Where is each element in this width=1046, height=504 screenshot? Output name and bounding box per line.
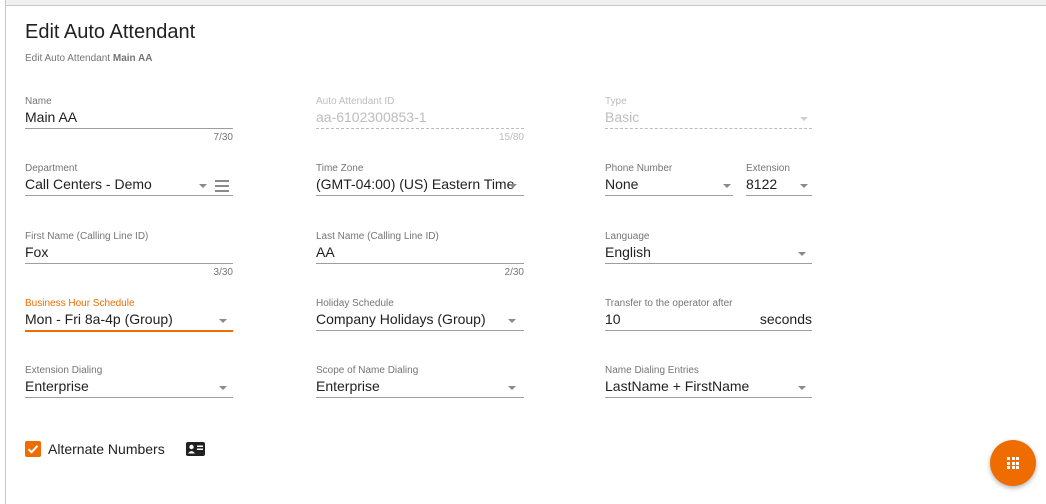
phone-number-select[interactable]: Phone Number None bbox=[605, 163, 733, 203]
last-name-counter: 2/30 bbox=[504, 267, 524, 278]
scope-name-dialing-label: Scope of Name Dialing bbox=[316, 365, 419, 376]
apps-grid-icon bbox=[1007, 457, 1019, 469]
department-value[interactable]: Call Centers - Demo bbox=[25, 176, 152, 192]
business-hour-select[interactable]: Business Hour Schedule Mon - Fri 8a-4p (… bbox=[25, 298, 233, 338]
scope-name-dialing-value[interactable]: Enterprise bbox=[316, 378, 380, 394]
contact-card-icon[interactable] bbox=[186, 442, 205, 456]
transfer-operator-input[interactable]: 10 bbox=[605, 311, 621, 327]
holiday-label: Holiday Schedule bbox=[316, 298, 394, 309]
extension-label: Extension bbox=[746, 163, 790, 174]
time-zone-label: Time Zone bbox=[316, 163, 364, 174]
scope-name-dialing-underline bbox=[316, 397, 524, 398]
chevron-down-icon[interactable] bbox=[509, 184, 517, 188]
language-select[interactable]: Language English bbox=[605, 231, 812, 271]
name-field[interactable]: Name Main AA 7/30 bbox=[25, 96, 233, 146]
alternate-numbers-checkbox[interactable] bbox=[25, 441, 41, 457]
chevron-down-icon[interactable] bbox=[508, 319, 516, 323]
first-name-label: First Name (Calling Line ID) bbox=[25, 231, 149, 242]
time-zone-value[interactable]: (GMT-04:00) (US) Eastern Time bbox=[316, 176, 514, 192]
aa-id-input: aa-6102300853-1 bbox=[316, 109, 427, 125]
first-name-field[interactable]: First Name (Calling Line ID) Fox 3/30 bbox=[25, 231, 233, 281]
extension-value[interactable]: 8122 bbox=[746, 176, 777, 192]
extension-dialing-value[interactable]: Enterprise bbox=[25, 378, 89, 394]
page-title: Edit Auto Attendant bbox=[25, 21, 196, 43]
chevron-down-icon[interactable] bbox=[800, 184, 808, 188]
window-frame-top bbox=[6, 0, 1046, 6]
chevron-down-icon[interactable] bbox=[508, 386, 516, 390]
type-label: Type bbox=[605, 96, 627, 107]
first-name-input[interactable]: Fox bbox=[25, 244, 48, 260]
window-frame-left bbox=[0, 0, 6, 504]
holiday-underline bbox=[316, 330, 524, 331]
last-name-input[interactable]: AA bbox=[316, 244, 335, 260]
transfer-operator-label: Transfer to the operator after bbox=[605, 298, 733, 309]
department-label: Department bbox=[25, 163, 78, 174]
check-icon bbox=[27, 445, 39, 454]
aa-id-label: Auto Attendant ID bbox=[316, 96, 395, 107]
first-name-underline bbox=[25, 263, 233, 264]
chevron-down-icon[interactable] bbox=[723, 184, 731, 188]
language-underline bbox=[605, 263, 812, 264]
business-hour-value[interactable]: Mon - Fri 8a-4p (Group) bbox=[25, 311, 173, 327]
scope-name-dialing-select[interactable]: Scope of Name Dialing Enterprise bbox=[316, 365, 524, 405]
breadcrumb: Edit Auto Attendant Main AA bbox=[25, 53, 153, 64]
menu-icon[interactable] bbox=[215, 180, 229, 192]
chevron-down-icon[interactable] bbox=[798, 252, 806, 256]
alternate-numbers-label[interactable]: Alternate Numbers bbox=[48, 441, 165, 457]
phone-number-underline bbox=[605, 195, 733, 196]
transfer-seconds-suffix: seconds bbox=[759, 311, 812, 327]
transfer-operator-field[interactable]: Transfer to the operator after 10 second… bbox=[605, 298, 812, 338]
last-name-field[interactable]: Last Name (Calling Line ID) AA 2/30 bbox=[316, 231, 524, 281]
type-select: Type Basic bbox=[605, 96, 812, 136]
extension-dialing-label: Extension Dialing bbox=[25, 365, 103, 376]
subtitle-prefix: Edit Auto Attendant bbox=[25, 53, 111, 64]
type-value: Basic bbox=[605, 109, 640, 125]
department-underline bbox=[25, 195, 233, 196]
chevron-down-icon[interactable] bbox=[798, 386, 806, 390]
subtitle-name: Main AA bbox=[112, 53, 153, 64]
business-hour-label: Business Hour Schedule bbox=[25, 298, 135, 309]
chevron-down-icon[interactable] bbox=[219, 319, 227, 323]
name-dialing-entries-value[interactable]: LastName + FirstName bbox=[605, 378, 749, 394]
extension-dialing-underline bbox=[25, 397, 233, 398]
time-zone-select[interactable]: Time Zone (GMT-04:00) (US) Eastern Time bbox=[316, 163, 524, 203]
chevron-down-icon bbox=[800, 117, 808, 121]
transfer-operator-underline bbox=[605, 330, 812, 331]
aa-id-field: Auto Attendant ID aa-6102300853-1 15/80 bbox=[316, 96, 524, 146]
extension-underline bbox=[746, 195, 812, 196]
name-input[interactable]: Main AA bbox=[25, 109, 77, 125]
aa-id-underline bbox=[316, 128, 524, 129]
name-counter: 7/30 bbox=[213, 132, 233, 143]
department-select[interactable]: Department Call Centers - Demo bbox=[25, 163, 233, 203]
chevron-down-icon[interactable] bbox=[199, 184, 207, 188]
holiday-value[interactable]: Company Holidays (Group) bbox=[316, 311, 486, 327]
name-underline bbox=[25, 128, 233, 129]
phone-number-label: Phone Number bbox=[605, 163, 673, 174]
phone-number-value[interactable]: None bbox=[605, 176, 638, 192]
last-name-label: Last Name (Calling Line ID) bbox=[316, 231, 439, 242]
time-zone-underline bbox=[316, 195, 524, 196]
language-label: Language bbox=[605, 231, 650, 242]
name-dialing-entries-select[interactable]: Name Dialing Entries LastName + FirstNam… bbox=[605, 365, 812, 405]
holiday-select[interactable]: Holiday Schedule Company Holidays (Group… bbox=[316, 298, 524, 338]
apps-fab-button[interactable] bbox=[990, 440, 1036, 486]
extension-dialing-select[interactable]: Extension Dialing Enterprise bbox=[25, 365, 233, 405]
name-dialing-entries-label: Name Dialing Entries bbox=[605, 365, 699, 376]
business-hour-underline bbox=[25, 330, 233, 332]
first-name-counter: 3/30 bbox=[213, 267, 233, 278]
name-dialing-entries-underline bbox=[605, 397, 812, 398]
language-value[interactable]: English bbox=[605, 244, 651, 260]
aa-id-counter: 15/80 bbox=[498, 132, 524, 143]
name-label: Name bbox=[25, 96, 52, 107]
extension-select[interactable]: Extension 8122 bbox=[746, 163, 812, 203]
chevron-down-icon[interactable] bbox=[219, 386, 227, 390]
last-name-underline bbox=[316, 263, 524, 264]
type-underline bbox=[605, 128, 812, 129]
